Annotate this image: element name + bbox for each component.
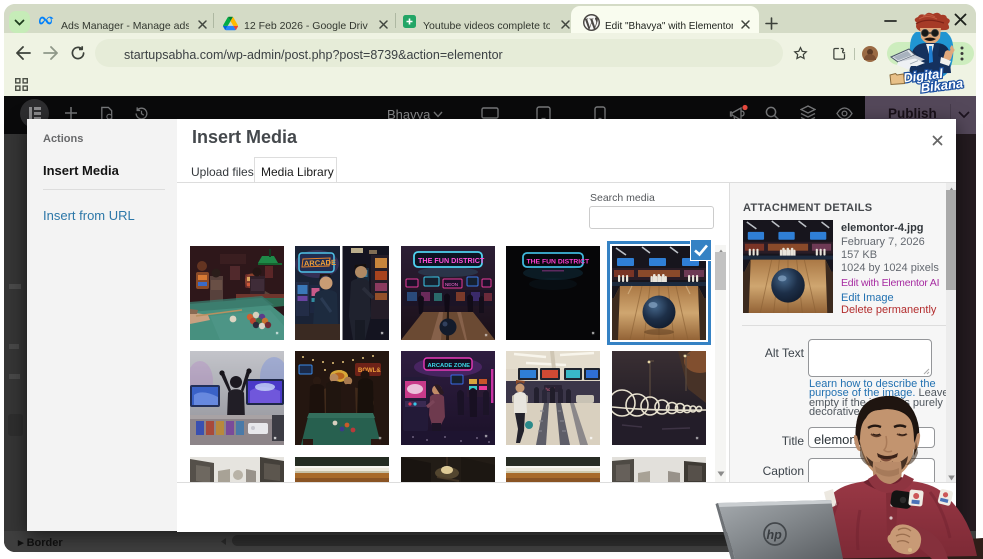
svg-text:ARCADE: ARCADE [304, 258, 336, 268]
svg-text:ARCADE ZONE: ARCADE ZONE [428, 363, 471, 369]
svg-text:NEON: NEON [445, 282, 458, 287]
svg-text:THE FUN DISTRICT: THE FUN DISTRICT [418, 256, 485, 265]
svg-text:hp: hp [767, 528, 783, 542]
svg-text:THE FUN DISTRICT: THE FUN DISTRICT [527, 259, 591, 266]
